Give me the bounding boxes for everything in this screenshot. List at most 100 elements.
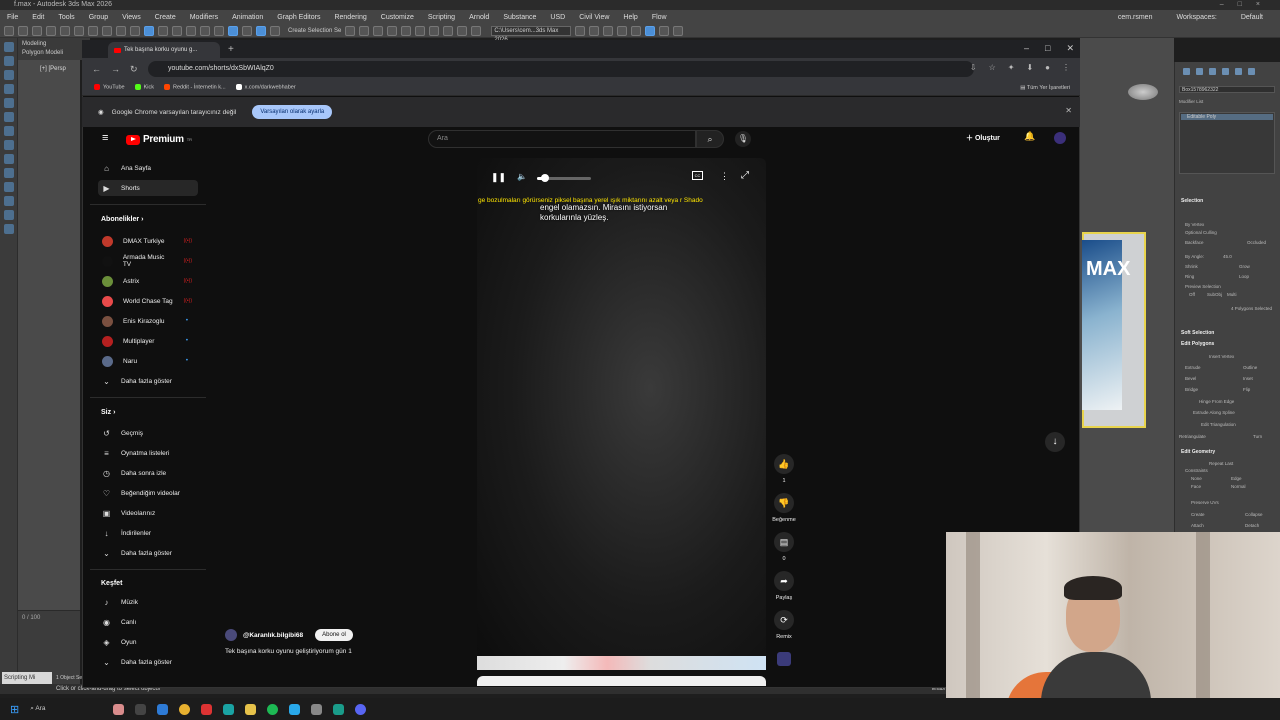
constraint-face[interactable]: Face bbox=[1191, 484, 1201, 489]
create-tab-icon[interactable] bbox=[1183, 68, 1190, 75]
menu-help[interactable]: Help bbox=[616, 14, 644, 21]
constraint-edge[interactable]: Edge bbox=[1231, 476, 1242, 481]
menu-views[interactable]: Views bbox=[115, 14, 148, 21]
menu-graph-editors[interactable]: Graph Editors bbox=[270, 14, 327, 21]
menu-customize[interactable]: Customize bbox=[374, 14, 421, 21]
pivot-icon[interactable] bbox=[200, 25, 210, 36]
tool-icon-10[interactable] bbox=[3, 168, 14, 178]
object-name-field[interactable]: Box1578962322 bbox=[1179, 86, 1275, 93]
menu-modifiers[interactable]: Modifiers bbox=[183, 14, 225, 21]
menu-file[interactable]: File bbox=[0, 14, 25, 21]
subscription-armada[interactable]: Armada Music TV ((•)) bbox=[98, 253, 198, 269]
extrude-button[interactable]: Extrude bbox=[1185, 365, 1201, 370]
address-bar[interactable]: youtube.com/shorts/dxSbWIAlqZ0 bbox=[148, 61, 974, 77]
scale-icon[interactable] bbox=[172, 25, 182, 36]
collapse-button[interactable]: Collapse bbox=[1245, 512, 1263, 517]
tool-icon-3[interactable] bbox=[3, 70, 14, 80]
tool-icon-12[interactable] bbox=[3, 196, 14, 206]
tool-icon-9[interactable] bbox=[3, 154, 14, 164]
reload-icon[interactable]: ↻ bbox=[130, 64, 138, 75]
video-title[interactable]: Tek başına korku oyunu geliştiriyorum gü… bbox=[225, 648, 352, 655]
maxscript-listener[interactable]: Scripting Mi bbox=[2, 672, 52, 684]
spinner-snap-icon[interactable] bbox=[270, 25, 280, 36]
tool-icon-14[interactable] bbox=[3, 224, 14, 234]
bookmark-star-icon[interactable]: ☆ bbox=[989, 63, 996, 72]
next-video-arrow-icon[interactable]: ↓ bbox=[1045, 432, 1065, 452]
comment-icon[interactable]: ▤ bbox=[774, 532, 794, 552]
taskbar-search[interactable]: ⌕ Ara bbox=[30, 705, 102, 713]
close-icon[interactable]: ✕ bbox=[1066, 43, 1074, 54]
flip-button[interactable]: Flip bbox=[1243, 387, 1250, 392]
menu-animation[interactable]: Animation bbox=[225, 14, 270, 21]
bridge-button[interactable]: Bridge bbox=[1185, 387, 1198, 392]
file-explorer-icon[interactable] bbox=[245, 703, 257, 715]
sidebar-item-shorts[interactable]: ▶ Shorts bbox=[98, 180, 198, 196]
redo-icon[interactable] bbox=[18, 25, 28, 36]
snap-icon[interactable] bbox=[228, 25, 238, 36]
display-tab-icon[interactable] bbox=[1235, 68, 1242, 75]
ribbon-tab-polygon[interactable]: Polygon Modeli bbox=[22, 49, 86, 58]
by-vertex-checkbox[interactable]: By Vertex bbox=[1185, 222, 1204, 227]
profile-icon[interactable]: ● bbox=[1045, 63, 1050, 72]
edit-triangulation-button[interactable]: Edit Triangulation bbox=[1201, 422, 1236, 427]
next-short-preview[interactable] bbox=[477, 656, 766, 670]
menu-tools[interactable]: Tools bbox=[51, 14, 81, 21]
constraint-none[interactable]: None bbox=[1191, 476, 1202, 481]
more-options-icon[interactable]: ⋮ bbox=[720, 171, 729, 182]
maximize-icon[interactable]: □ bbox=[1045, 43, 1050, 54]
tool-icon-11[interactable] bbox=[3, 182, 14, 192]
preserve-uvs-checkbox[interactable]: Preserve UVs bbox=[1191, 500, 1219, 505]
utilities-tab-icon[interactable] bbox=[1248, 68, 1255, 75]
subs-show-more[interactable]: ⌄ Daha fazla göster bbox=[98, 373, 198, 389]
settings-icon[interactable] bbox=[673, 25, 684, 36]
new-tab-button[interactable]: + bbox=[228, 44, 234, 55]
telegram-icon[interactable] bbox=[289, 703, 301, 715]
set-default-button[interactable]: Varsayılan olarak ayarla bbox=[252, 105, 333, 119]
hamburger-menu-icon[interactable]: ≡ bbox=[102, 132, 108, 144]
tool-icon-6[interactable] bbox=[3, 112, 14, 122]
edit-geometry-rollout[interactable]: Edit Geometry bbox=[1181, 449, 1215, 455]
select-icon[interactable] bbox=[88, 25, 98, 36]
menu-flow[interactable]: Flow bbox=[645, 14, 674, 21]
task-view-icon[interactable] bbox=[135, 703, 147, 715]
search-icon[interactable]: ⌕ bbox=[696, 130, 724, 148]
thumbs-down-icon[interactable]: 👎 bbox=[774, 493, 794, 513]
sound-thumbnail-icon[interactable] bbox=[777, 652, 791, 666]
viewport-left[interactable] bbox=[18, 38, 80, 690]
subscription-astrix[interactable]: Astrix ((•)) bbox=[98, 273, 198, 289]
extensions-icon[interactable]: ✦ bbox=[1008, 63, 1015, 72]
hinge-button[interactable]: Hinge From Edge bbox=[1199, 399, 1234, 404]
widgets-icon[interactable] bbox=[113, 703, 125, 715]
extrude-spline-button[interactable]: Extrude Along Spline bbox=[1193, 410, 1235, 415]
sidebar-item-music[interactable]: ♪ Müzik bbox=[98, 594, 198, 610]
chrome-tab-active[interactable]: Tek başına korku oyunu g... bbox=[108, 42, 220, 58]
region-icon[interactable] bbox=[116, 25, 126, 36]
sidebar-item-playlists[interactable]: ≡ Oynatma listeleri bbox=[98, 445, 198, 461]
grow-button[interactable]: Grow bbox=[1239, 264, 1250, 269]
menu-rendering[interactable]: Rendering bbox=[327, 14, 373, 21]
avatar[interactable] bbox=[1054, 132, 1066, 144]
layers-icon[interactable] bbox=[617, 25, 628, 36]
occluded-button[interactable]: Occluded bbox=[1247, 240, 1266, 245]
tool-icon-5[interactable] bbox=[3, 98, 14, 108]
render-icon[interactable] bbox=[471, 25, 482, 36]
chrome-icon[interactable] bbox=[179, 703, 191, 715]
bookmark-kick[interactable]: Kick bbox=[134, 84, 154, 91]
windows-start-icon[interactable]: ⊞ bbox=[10, 703, 19, 716]
sidebar-item-liked[interactable]: ♡ Beğendiğim videolar bbox=[98, 485, 198, 501]
tool-icon-7[interactable] bbox=[3, 126, 14, 136]
render-setup-icon[interactable] bbox=[443, 25, 454, 36]
menu-usd[interactable]: USD bbox=[543, 14, 572, 21]
edge-icon[interactable] bbox=[157, 703, 169, 715]
outline-button[interactable]: Outline bbox=[1243, 365, 1257, 370]
subscribe-button[interactable]: Abone ol bbox=[315, 629, 353, 641]
comments-button[interactable]: ▤ 0 bbox=[772, 532, 796, 562]
repeat-last-button[interactable]: Repeat Last bbox=[1209, 461, 1233, 466]
sidebar-item-home[interactable]: ⌂ Ana Sayfa bbox=[98, 160, 198, 176]
sidebar-item-watch-later[interactable]: ◷ Daha sonra izle bbox=[98, 465, 198, 481]
hierarchy-tab-icon[interactable] bbox=[1209, 68, 1216, 75]
ribbon-tab-modeling[interactable]: Modeling bbox=[22, 40, 86, 49]
move-icon[interactable] bbox=[144, 25, 154, 36]
subscription-multiplayer[interactable]: Multiplayer • bbox=[98, 333, 198, 349]
menu-edit[interactable]: Edit bbox=[25, 14, 51, 21]
